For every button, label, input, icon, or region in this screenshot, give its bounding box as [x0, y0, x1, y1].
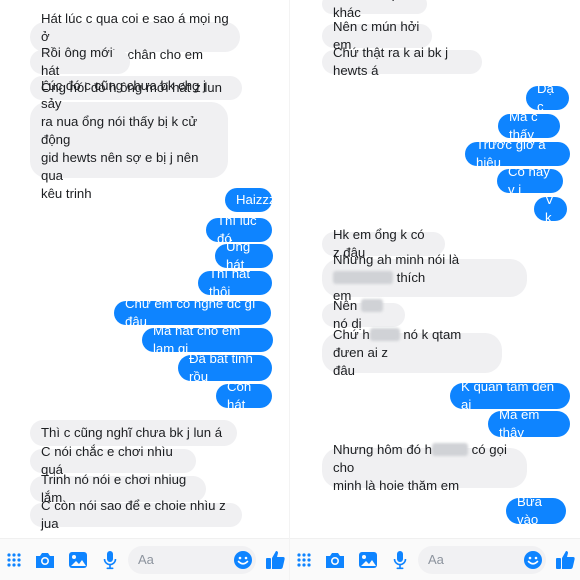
sent-message-bubble[interactable]: Haizzz — [225, 188, 276, 212]
message-text-part: V k — [545, 192, 554, 225]
received-message-bubble[interactable]: Nhưng ah minh nói là thích em — [322, 252, 527, 303]
message-text: V k — [545, 191, 556, 227]
sent-message-bubble[interactable]: V k — [534, 192, 567, 225]
message-text-part: Rồi ông mới hát — [41, 45, 113, 78]
message-text-part: Chứ h — [333, 327, 370, 342]
composer-bar: Aa — [290, 538, 580, 580]
sent-message-bubble[interactable]: Bữa vào — [506, 494, 566, 527]
composer-bar: Aa — [0, 538, 290, 580]
message-text-part: Nên — [333, 298, 361, 313]
sent-message-bubble[interactable]: Ma hát cho em lam gi — [142, 323, 273, 356]
sent-message-bubble[interactable]: Ma em thây — [488, 407, 570, 440]
message-text: Thì c cũng nghĩ chưa bk j lun á — [41, 424, 226, 442]
message-input-placeholder: Aa — [428, 552, 444, 567]
message-text-part: Bữa vào — [517, 494, 542, 527]
received-message-bubble[interactable]: Nhưng hôm đó h có gọi cho minh là hoie t… — [322, 442, 527, 493]
camera-icon[interactable] — [323, 548, 347, 572]
message-input-placeholder: Aa — [138, 552, 154, 567]
received-message-bubble[interactable]: Chứ thật ra k ai bk j hewts á — [322, 45, 482, 78]
message-text-part: Thì c cũng nghĩ chưa bk j lun á — [41, 425, 223, 440]
message-text-part: Haizzz — [236, 192, 276, 207]
received-message-bubble[interactable]: Nên nó dị — [322, 298, 405, 331]
sent-message-bubble[interactable]: Ma c thấy — [498, 109, 560, 142]
microphone-icon[interactable] — [388, 548, 412, 572]
redacted-name — [360, 299, 383, 312]
emoji-icon[interactable] — [522, 549, 544, 571]
sent-message-bubble[interactable]: Có hay v j — [497, 164, 563, 197]
message-text: C còn nói sao để e choie nhìu z jua — [41, 497, 231, 533]
thumbs-up-icon[interactable] — [264, 548, 288, 572]
redacted-name — [333, 271, 393, 284]
message-text-part: Chứ thật ra k ai bk j hewts á — [333, 45, 449, 78]
left-chat-panel: Hát lúc c qua coi e sao á mọi ng ở đó co… — [0, 0, 290, 580]
message-text: Còn hát — [227, 378, 261, 414]
received-message-bubble[interactable]: Chứ h nó k qtam đưen ai z đâu — [322, 327, 502, 378]
message-text-part: Ma em thây — [499, 407, 540, 440]
photo-icon[interactable] — [356, 548, 380, 572]
message-text-part: Có hay v j — [508, 164, 550, 197]
message-text-part: Nhưng ah minh nói là — [333, 252, 460, 267]
received-message-bubble[interactable]: Rồi ông mới hát — [30, 45, 130, 78]
message-text: Rồi ông mới hát — [41, 44, 119, 80]
thumbs-up-icon[interactable] — [554, 548, 578, 572]
message-text-part: Nhưng hôm đó h — [333, 442, 433, 457]
redacted-name — [432, 443, 469, 456]
message-text: Chứ thật ra k ai bk j hewts á — [333, 44, 471, 80]
redacted-name — [369, 328, 400, 341]
sent-message-bubble[interactable]: Dạ c — [526, 81, 569, 114]
emoji-icon[interactable] — [232, 549, 254, 571]
camera-icon[interactable] — [33, 548, 57, 572]
microphone-icon[interactable] — [98, 548, 122, 572]
received-message-bubble[interactable]: Minh nói lại khác — [322, 0, 427, 20]
received-message-bubble[interactable]: C còn nói sao để e choie nhìu z jua — [30, 498, 242, 531]
sent-message-bubble[interactable]: Còn hát — [216, 379, 272, 412]
received-message-bubble[interactable]: C nói chắc e chơi nhìu quá — [30, 444, 196, 477]
message-text: Nhưng hôm đó h có gọi cho minh là hoie t… — [333, 441, 516, 495]
message-text: Ma em thây — [499, 406, 559, 442]
message-text: Haizzz — [236, 191, 276, 209]
sent-message-bubble[interactable]: Thì hát thôi — [198, 266, 272, 299]
apps-icon[interactable] — [296, 548, 312, 572]
right-chat-panel: Minh nói lại khácNên c mún hởi emChứ thậ… — [290, 0, 580, 580]
message-text: Lúc đó c cũng chưa bk chg j sảy ra nua ổ… — [41, 77, 217, 203]
photo-icon[interactable] — [66, 548, 90, 572]
message-text-part: C còn nói sao để e choie nhìu z jua — [41, 498, 226, 531]
received-message-bubble[interactable]: Lúc đó c cũng chưa bk chg j sảy ra nua ổ… — [30, 78, 228, 201]
message-text: Bữa vào — [517, 493, 555, 529]
message-text-part: Còn hát — [227, 379, 252, 412]
apps-icon[interactable] — [6, 548, 22, 572]
message-text-part: Minh nói lại khác — [333, 0, 400, 20]
message-text-part: Lúc đó c cũng chưa bk chg j sảy ra nua ổ… — [41, 78, 206, 201]
message-text: Chứ h nó k qtam đưen ai z đâu — [333, 326, 491, 380]
